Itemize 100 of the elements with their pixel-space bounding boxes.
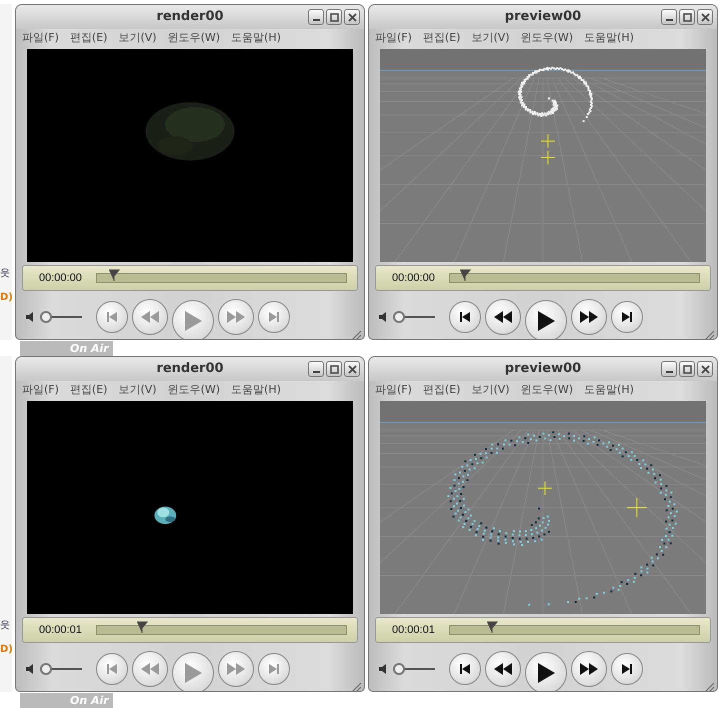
maximize-icon <box>330 12 338 22</box>
menu-item[interactable]: 파일(F) <box>22 382 59 398</box>
menu-item[interactable]: 파일(F) <box>375 30 412 46</box>
minimize-icon <box>666 371 672 373</box>
close-button[interactable] <box>697 361 713 377</box>
play-icon <box>537 663 555 684</box>
page-fragment-text: 웃 <box>0 620 11 632</box>
skip-forward-button[interactable] <box>611 301 643 334</box>
rewind-icon <box>494 663 512 676</box>
rewind-icon <box>141 311 159 324</box>
skip-forward-button[interactable] <box>611 653 643 686</box>
skip-forward-icon <box>267 662 281 676</box>
rewind-icon <box>141 663 159 676</box>
menu-item[interactable]: 윈도우(W) <box>168 382 220 398</box>
minimize-button[interactable] <box>308 361 324 377</box>
page-fragment-text: 웃 <box>0 268 11 280</box>
skip-back-icon <box>105 310 119 324</box>
playhead-thumb[interactable] <box>108 269 120 282</box>
rewind-button[interactable] <box>485 651 521 688</box>
menu-item[interactable]: 파일(F) <box>22 30 59 46</box>
fast-forward-button[interactable] <box>571 299 607 336</box>
window-title: preview00 <box>504 9 582 24</box>
speaker-icon <box>26 312 34 322</box>
speaker-icon <box>26 664 34 674</box>
skip-forward-icon <box>620 662 634 676</box>
minimize-icon <box>312 371 320 373</box>
close-icon <box>700 12 710 22</box>
on-air-banner: On Air <box>20 692 113 708</box>
close-icon <box>700 364 710 374</box>
window-title: render00 <box>156 361 224 376</box>
playhead-thumb[interactable] <box>136 621 148 634</box>
fast-forward-icon <box>580 311 598 324</box>
minimize-icon <box>666 19 672 21</box>
maximize-button[interactable] <box>326 361 342 377</box>
time-display: 00:00:01 <box>39 624 82 636</box>
minimize-button[interactable] <box>661 361 677 377</box>
maximize-icon <box>682 12 692 22</box>
window-title: preview00 <box>504 361 582 376</box>
play-icon <box>184 311 202 332</box>
menu-item[interactable]: 편집(E) <box>70 30 108 46</box>
page-fragment-text: D) <box>0 292 12 304</box>
play-icon <box>184 663 202 684</box>
close-button[interactable] <box>697 9 713 25</box>
close-button[interactable] <box>344 9 360 25</box>
maximize-button[interactable] <box>679 9 695 25</box>
menu-item[interactable]: 보기(V) <box>118 382 157 398</box>
skip-back-icon <box>105 662 119 676</box>
menu-item[interactable]: 윈도우(W) <box>520 382 574 398</box>
on-air-banner: On Air <box>20 340 113 356</box>
menu-item[interactable]: 보기(V) <box>471 30 510 46</box>
menu-item[interactable]: 편집(E) <box>70 382 108 398</box>
time-display: 00:00:01 <box>392 624 435 636</box>
playhead-thumb[interactable] <box>486 621 498 634</box>
speaker-icon <box>379 312 387 322</box>
time-display: 00:00:00 <box>392 272 435 284</box>
menu-item[interactable]: 파일(F) <box>375 382 412 398</box>
maximize-button[interactable] <box>679 361 695 377</box>
maximize-icon <box>330 364 338 374</box>
speaker-icon <box>379 664 387 674</box>
minimize-button[interactable] <box>308 9 324 25</box>
volume-thumb[interactable] <box>393 663 405 676</box>
menu-item[interactable]: 편집(E) <box>422 30 460 46</box>
close-icon <box>348 12 356 22</box>
maximize-button[interactable] <box>326 9 342 25</box>
skip-back-icon <box>458 310 472 324</box>
minimize-button[interactable] <box>661 9 677 25</box>
fast-forward-icon <box>227 663 245 676</box>
menu-item[interactable]: 도움말(H) <box>231 30 281 46</box>
rewind-button[interactable] <box>485 299 521 336</box>
skip-back-button[interactable] <box>449 653 481 686</box>
skip-back-button[interactable] <box>449 301 481 334</box>
close-button[interactable] <box>344 361 360 377</box>
volume-thumb[interactable] <box>393 311 405 324</box>
menu-item[interactable]: 도움말(H) <box>584 382 634 398</box>
fast-forward-button[interactable] <box>571 651 607 688</box>
menu-item[interactable]: 보기(V) <box>471 382 510 398</box>
play-button[interactable] <box>525 652 567 691</box>
menu-item[interactable]: 보기(V) <box>118 30 157 46</box>
volume-thumb[interactable] <box>40 663 52 676</box>
skip-forward-icon <box>267 310 281 324</box>
fast-forward-icon <box>227 311 245 324</box>
rewind-icon <box>494 311 512 324</box>
maximize-icon <box>682 364 692 374</box>
menu-item[interactable]: 윈도우(W) <box>520 30 574 46</box>
play-button[interactable] <box>525 300 567 339</box>
time-display: 00:00:00 <box>39 272 82 284</box>
fast-forward-icon <box>580 663 598 676</box>
page-fragment-text: D) <box>0 644 12 656</box>
menu-item[interactable]: 도움말(H) <box>584 30 634 46</box>
menu-item[interactable]: 편집(E) <box>422 382 460 398</box>
menu-item[interactable]: 도움말(H) <box>231 382 281 398</box>
skip-back-icon <box>458 662 472 676</box>
skip-forward-icon <box>620 310 634 324</box>
play-icon <box>537 311 555 332</box>
menu-item[interactable]: 윈도우(W) <box>168 30 220 46</box>
window-title: render00 <box>156 9 224 24</box>
playhead-thumb[interactable] <box>458 269 471 282</box>
volume-thumb[interactable] <box>40 311 52 324</box>
close-icon <box>348 364 356 374</box>
minimize-icon <box>312 19 320 21</box>
